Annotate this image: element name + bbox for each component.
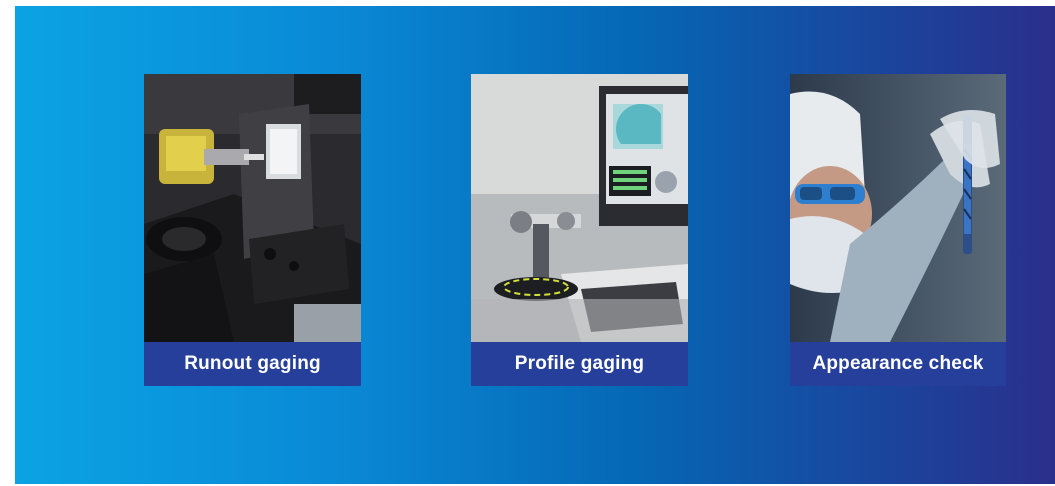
runout-gaging-machine-photo bbox=[144, 74, 361, 342]
card-caption: Profile gaging bbox=[471, 342, 688, 386]
card-caption: Runout gaging bbox=[144, 342, 361, 386]
card-appearance-check: Appearance check bbox=[790, 74, 1006, 386]
banner-background: Runout gaging Profile gaging Appearance … bbox=[15, 6, 1055, 484]
profile-gaging-station-photo bbox=[471, 74, 688, 342]
card-caption: Appearance check bbox=[790, 342, 1006, 386]
card-runout-gaging: Runout gaging bbox=[144, 74, 361, 386]
card-profile-gaging: Profile gaging bbox=[471, 74, 688, 386]
technician-inspecting-end-mill-photo bbox=[790, 74, 1006, 342]
